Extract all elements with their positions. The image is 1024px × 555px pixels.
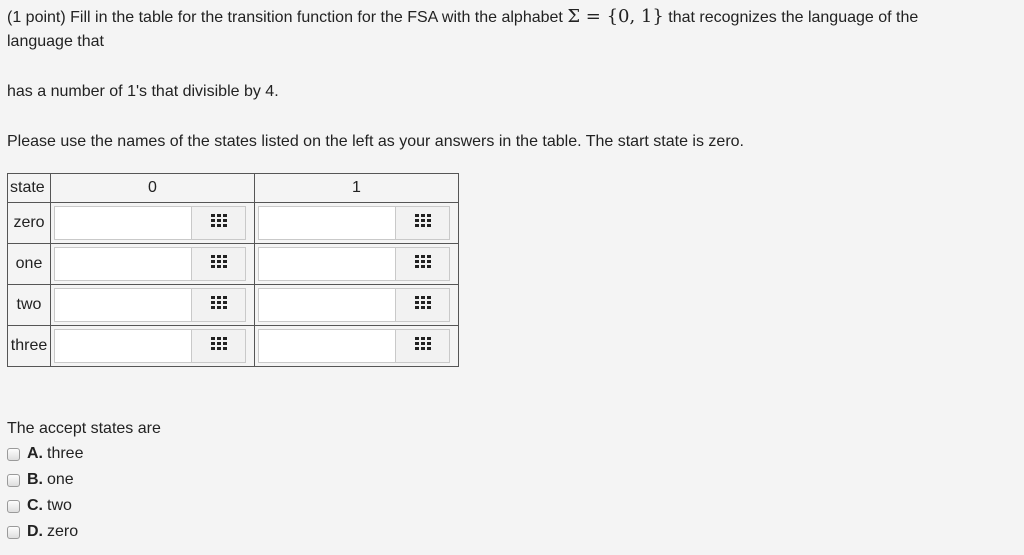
table-row: three [7,325,459,367]
state-picker-button[interactable] [396,247,450,281]
option-letter: A. [27,445,43,462]
state-label: three [7,325,51,367]
question-line-1: (1 point) Fill in the table for the tran… [7,6,918,27]
transition-table: state 0 1 zero one two three [7,173,459,367]
answer-input[interactable] [54,329,192,363]
question-instructions: Please use the names of the states liste… [7,133,744,150]
answer-input[interactable] [258,206,396,240]
answer-input[interactable] [258,329,396,363]
grid-icon [414,295,431,315]
grid-icon [210,295,227,315]
accept-option-d[interactable]: D. zero [7,523,78,541]
option-text: three [47,445,84,462]
state-picker-button[interactable] [192,329,246,363]
accept-option-c[interactable]: C. two [7,497,72,515]
table-row: one [7,243,459,285]
answer-input[interactable] [258,247,396,281]
state-picker-button[interactable] [396,288,450,322]
state-label: zero [7,202,51,244]
checkbox[interactable] [7,473,20,487]
alphabet-math: Σ = {0, 1} [567,6,664,27]
option-text: two [47,497,72,514]
answer-input[interactable] [258,288,396,322]
grid-icon [210,213,227,233]
table-header-row: state 0 1 [7,173,459,203]
answer-input[interactable] [54,206,192,240]
state-label: one [7,243,51,285]
state-picker-button[interactable] [396,206,450,240]
question-prefix: (1 point) Fill in the table for the tran… [7,9,563,26]
grid-icon [414,254,431,274]
table-row: zero [7,202,459,244]
accept-option-a[interactable]: A. three [7,445,83,463]
accept-prompt: The accept states are [7,420,161,437]
option-text: one [47,471,74,488]
state-label: two [7,284,51,326]
state-picker-button[interactable] [192,247,246,281]
answer-input[interactable] [54,288,192,322]
question-line-2: language that [7,33,104,50]
table-row: two [7,284,459,326]
header-state: state [7,173,51,203]
option-letter: C. [27,497,43,514]
option-letter: D. [27,523,43,540]
question-line-3: has a number of 1's that divisible by 4. [7,83,279,100]
state-picker-button[interactable] [192,288,246,322]
checkbox[interactable] [7,499,20,513]
checkbox[interactable] [7,525,20,539]
grid-icon [414,336,431,356]
checkbox[interactable] [7,447,20,461]
option-letter: B. [27,471,43,488]
state-picker-button[interactable] [192,206,246,240]
header-symbol-1: 1 [254,173,459,203]
answer-input[interactable] [54,247,192,281]
grid-icon [210,336,227,356]
accept-option-b[interactable]: B. one [7,471,74,489]
question-suffix: that recognizes the language of the [668,9,919,26]
grid-icon [414,213,431,233]
grid-icon [210,254,227,274]
header-symbol-0: 0 [50,173,255,203]
state-picker-button[interactable] [396,329,450,363]
option-text: zero [47,523,79,540]
